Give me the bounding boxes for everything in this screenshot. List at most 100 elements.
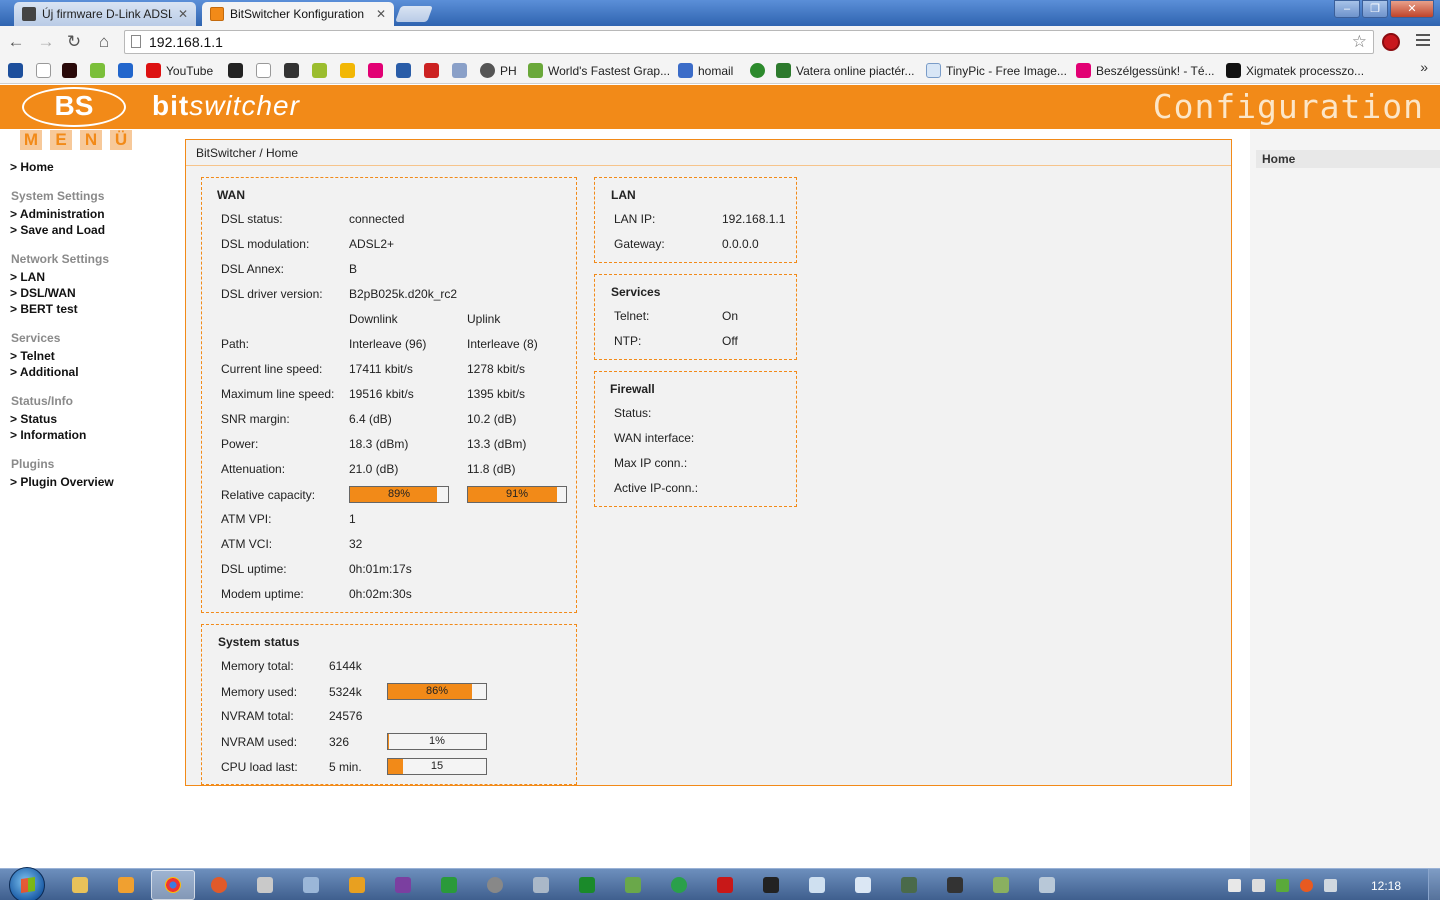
close-tab-icon[interactable]: ✕ bbox=[178, 7, 188, 21]
bookmark-icon[interactable] bbox=[424, 63, 444, 78]
youtube-icon bbox=[146, 63, 161, 78]
nvram-used-value: 326 bbox=[329, 735, 350, 749]
bookmark-icon[interactable] bbox=[228, 63, 248, 78]
chrome-menu-icon[interactable] bbox=[1416, 34, 1430, 48]
app-icon[interactable] bbox=[303, 877, 319, 893]
media-player-icon[interactable] bbox=[118, 877, 134, 893]
bookmark-star-icon[interactable]: ☆ bbox=[1352, 32, 1367, 52]
start-button[interactable] bbox=[9, 867, 45, 900]
bookmark-beszelgessunk[interactable]: Beszélgessünk! - Té... bbox=[1076, 63, 1215, 78]
bookmark-icon[interactable] bbox=[340, 63, 360, 78]
close-window-icon[interactable]: ✕ bbox=[1390, 0, 1434, 18]
nav-information[interactable]: > Information bbox=[10, 428, 86, 442]
minimize-icon[interactable]: ‒ bbox=[1334, 0, 1360, 18]
bookmark-icon[interactable] bbox=[256, 63, 276, 78]
nav-home[interactable]: > Home bbox=[10, 160, 54, 174]
bookmark-worlds-fastest[interactable]: World's Fastest Grap... bbox=[528, 63, 670, 78]
nav-telnet[interactable]: > Telnet bbox=[10, 349, 55, 363]
app-icon[interactable] bbox=[579, 877, 595, 893]
bookmark-icon[interactable] bbox=[36, 63, 56, 78]
app-icon[interactable] bbox=[441, 877, 457, 893]
bookmarks-more-icon[interactable]: » bbox=[1420, 59, 1428, 75]
app-icon[interactable] bbox=[257, 877, 273, 893]
nav-additional[interactable]: > Additional bbox=[10, 365, 79, 379]
bookmark-icon[interactable] bbox=[312, 63, 332, 78]
reload-icon[interactable]: ↻ bbox=[64, 32, 84, 52]
path-downlink: Interleave (96) bbox=[349, 337, 427, 351]
show-desktop-button[interactable] bbox=[1428, 869, 1440, 900]
browser-tab-bitswitcher[interactable]: BitSwitcher Konfiguration ✕ bbox=[202, 2, 394, 26]
dsl-modulation-value: ADSL2+ bbox=[349, 237, 395, 251]
tray-icon[interactable] bbox=[1252, 879, 1265, 892]
breadcrumb-divider bbox=[186, 165, 1231, 166]
bookmark-icon[interactable] bbox=[62, 63, 82, 78]
breadcrumb: BitSwitcher / Home bbox=[196, 146, 299, 160]
bookmark-icon[interactable] bbox=[750, 63, 770, 78]
explorer-icon[interactable] bbox=[72, 877, 88, 893]
app-icon[interactable] bbox=[487, 877, 503, 893]
network-icon[interactable] bbox=[1324, 879, 1337, 892]
utorrent-icon[interactable] bbox=[671, 877, 687, 893]
app-icon[interactable] bbox=[763, 877, 779, 893]
telekom-icon[interactable] bbox=[368, 63, 388, 78]
back-icon[interactable]: ← bbox=[6, 32, 26, 52]
chrome-icon[interactable] bbox=[165, 877, 181, 893]
dsl-annex-label: DSL Annex: bbox=[221, 262, 284, 276]
nav-bert-test[interactable]: > BERT test bbox=[10, 302, 78, 316]
address-bar[interactable]: 192.168.1.1 ☆ bbox=[124, 30, 1374, 54]
volume-icon[interactable] bbox=[1228, 879, 1241, 892]
bookmark-ph[interactable]: PH bbox=[480, 63, 517, 78]
current-speed-uplink: 1278 kbit/s bbox=[467, 362, 526, 376]
bookmark-xigmatek[interactable]: Xigmatek processzo... bbox=[1226, 63, 1364, 78]
app-icon[interactable] bbox=[901, 877, 917, 893]
app-icon[interactable] bbox=[809, 877, 825, 893]
nav-lan[interactable]: > LAN bbox=[10, 270, 45, 284]
app-icon[interactable] bbox=[211, 877, 227, 893]
extension-icon[interactable] bbox=[1382, 33, 1400, 51]
app-icon[interactable] bbox=[349, 877, 365, 893]
browser-tab-dlink[interactable]: Új firmware D-Link ADSL r ✕ bbox=[14, 2, 196, 26]
nav-save-and-load[interactable]: > Save and Load bbox=[10, 223, 105, 237]
app-icon[interactable] bbox=[993, 877, 1009, 893]
app-icon[interactable] bbox=[1039, 877, 1055, 893]
bookmark-icon[interactable] bbox=[8, 63, 28, 78]
bookmark-youtube[interactable]: YouTube bbox=[146, 63, 213, 78]
app-icon[interactable] bbox=[855, 877, 871, 893]
right-home-link[interactable]: Home bbox=[1256, 150, 1440, 168]
app-icon[interactable] bbox=[533, 877, 549, 893]
app-icon[interactable] bbox=[717, 877, 733, 893]
bookmark-icon[interactable] bbox=[452, 63, 472, 78]
menu-title: M E N Ü bbox=[20, 130, 140, 150]
services-title: Services bbox=[611, 285, 661, 299]
bookmark-vatera[interactable]: Vatera online piactér... bbox=[776, 63, 915, 78]
app-icon[interactable] bbox=[625, 877, 641, 893]
bookmark-tinypic[interactable]: TinyPic - Free Image... bbox=[926, 63, 1067, 78]
nav-status[interactable]: > Status bbox=[10, 412, 57, 426]
close-tab-icon[interactable]: ✕ bbox=[376, 7, 386, 21]
app-icon[interactable] bbox=[947, 877, 963, 893]
nav-plugin-overview[interactable]: > Plugin Overview bbox=[10, 475, 114, 489]
nav-dsl-wan[interactable]: > DSL/WAN bbox=[10, 286, 76, 300]
atm-vci-value: 32 bbox=[349, 537, 363, 551]
bookmark-icon[interactable] bbox=[284, 63, 304, 78]
home-icon[interactable]: ⌂ bbox=[94, 32, 114, 52]
tray-icon[interactable] bbox=[1300, 879, 1313, 892]
bookmark-icon[interactable] bbox=[396, 63, 416, 78]
atm-vpi-value: 1 bbox=[349, 512, 356, 526]
app-icon[interactable] bbox=[395, 877, 411, 893]
nav-administration[interactable]: > Administration bbox=[10, 207, 105, 221]
power-downlink: 18.3 (dBm) bbox=[349, 437, 409, 451]
bookmark-icon[interactable] bbox=[90, 63, 110, 78]
bookmark-homail[interactable]: homail bbox=[678, 63, 733, 78]
bookmark-icon[interactable] bbox=[118, 63, 138, 78]
tray-icon[interactable] bbox=[1276, 879, 1289, 892]
lan-ip-value: 192.168.1.1 bbox=[722, 212, 786, 226]
snr-margin-uplink: 10.2 (dB) bbox=[467, 412, 517, 426]
forward-icon[interactable]: → bbox=[36, 32, 56, 52]
clock[interactable]: 12:18 bbox=[1371, 879, 1401, 893]
dsl-driver-value: B2pB025k.d20k_rc2 bbox=[349, 287, 458, 301]
restore-icon[interactable]: ❐ bbox=[1362, 0, 1388, 18]
lan-ip-label: LAN IP: bbox=[614, 212, 656, 226]
progress-text: 86% bbox=[425, 685, 449, 697]
new-tab-button[interactable] bbox=[395, 6, 433, 22]
